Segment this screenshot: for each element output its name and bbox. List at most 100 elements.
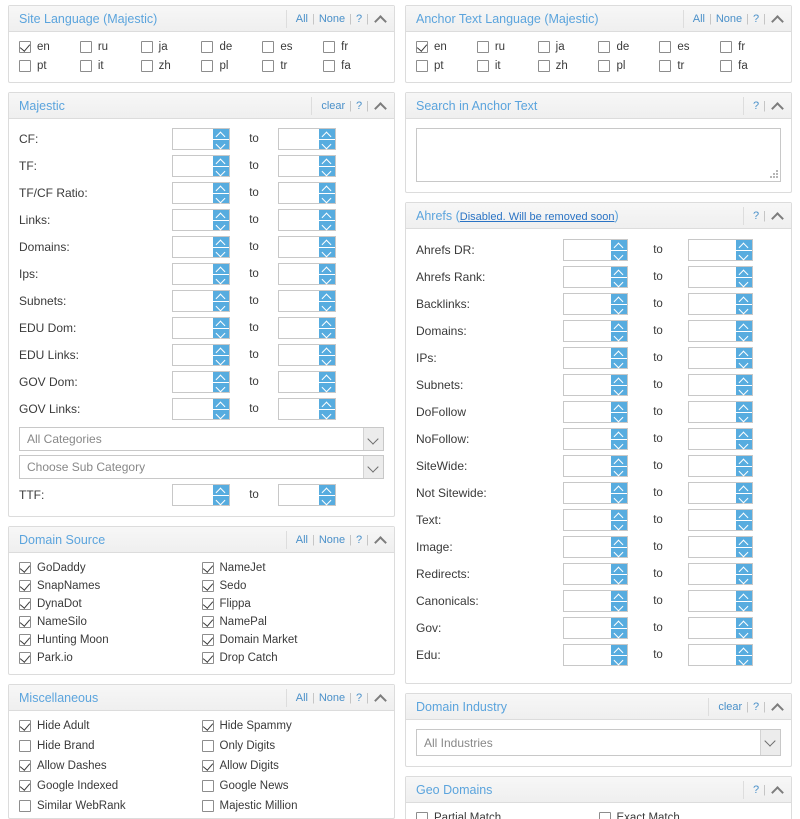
checkbox-checked-icon[interactable]	[19, 41, 31, 53]
spinner-down-icon[interactable]	[736, 547, 752, 557]
checkbox-checked-icon[interactable]	[19, 616, 31, 628]
metric-min-spinner[interactable]	[172, 182, 230, 204]
miscellaneous-checkbox[interactable]: Majestic Million	[201, 800, 385, 812]
metric-min-spinner[interactable]	[563, 455, 628, 477]
spinner-down-icon[interactable]	[736, 331, 752, 341]
spinner-up-icon[interactable]	[213, 183, 229, 194]
metric-max-spinner[interactable]	[688, 320, 753, 342]
spinner-down-icon[interactable]	[736, 250, 752, 260]
spinner-up-icon[interactable]	[736, 240, 752, 251]
spinner-up-icon[interactable]	[611, 537, 627, 548]
metric-max-spinner[interactable]	[688, 536, 753, 558]
metric-max-spinner[interactable]	[278, 290, 336, 312]
spinner-up-icon[interactable]	[319, 129, 335, 140]
checkbox-checked-icon[interactable]	[201, 562, 214, 574]
spinner-up-icon[interactable]	[736, 321, 752, 332]
checkbox-icon[interactable]	[476, 41, 489, 53]
metric-max-spinner[interactable]	[278, 182, 336, 204]
spinner-up-icon[interactable]	[736, 618, 752, 629]
checkbox-icon[interactable]	[140, 60, 153, 72]
checkbox-checked-icon[interactable]	[19, 598, 31, 610]
spinner-down-icon[interactable]	[611, 439, 627, 449]
metric-max-spinner[interactable]	[688, 644, 753, 666]
spinner-down-icon[interactable]	[319, 382, 335, 392]
metric-max-spinner[interactable]	[278, 155, 336, 177]
metric-min-spinner[interactable]	[172, 290, 230, 312]
spinner-down-icon[interactable]	[319, 355, 335, 365]
spinner-up-icon[interactable]	[611, 618, 627, 629]
checkbox-icon[interactable]	[720, 41, 733, 53]
spinner-up-icon[interactable]	[611, 456, 627, 467]
spinner-up-icon[interactable]	[213, 372, 229, 383]
metric-min-spinner[interactable]	[172, 236, 230, 258]
checkbox-icon[interactable]	[201, 800, 214, 812]
spinner-down-icon[interactable]	[736, 574, 752, 584]
metric-max-spinner[interactable]	[278, 317, 336, 339]
spinner-down-icon[interactable]	[213, 355, 229, 365]
metric-max-spinner[interactable]	[688, 455, 753, 477]
spinner-down-icon[interactable]	[213, 220, 229, 230]
spinner-up-icon[interactable]	[611, 591, 627, 602]
spinner-down-icon[interactable]	[611, 655, 627, 665]
spinner-up-icon[interactable]	[611, 483, 627, 494]
spinner-down-icon[interactable]	[213, 409, 229, 419]
spinner-down-icon[interactable]	[611, 547, 627, 557]
domain-source-checkbox[interactable]: NameSilo	[19, 616, 202, 628]
metric-min-spinner[interactable]	[172, 263, 230, 285]
spinner-up-icon[interactable]	[736, 375, 752, 386]
metric-min-spinner[interactable]	[563, 563, 628, 585]
spinner-up-icon[interactable]	[213, 399, 229, 410]
domain-source-checkbox[interactable]: NamePal	[201, 616, 385, 628]
select-all-link[interactable]: All	[296, 13, 308, 25]
checkbox-checked-icon[interactable]	[201, 652, 214, 664]
metric-min-spinner[interactable]	[563, 509, 628, 531]
checkbox-checked-icon[interactable]	[19, 760, 31, 772]
help-link[interactable]: ?	[753, 210, 759, 222]
checkbox-checked-icon[interactable]	[201, 580, 214, 592]
spinner-up-icon[interactable]	[736, 645, 752, 656]
spinner-down-icon[interactable]	[213, 328, 229, 338]
language-checkbox-it[interactable]: it	[79, 60, 141, 72]
checkbox-icon[interactable]	[659, 60, 672, 72]
select-none-link[interactable]: None	[319, 692, 345, 704]
spinner-down-icon[interactable]	[319, 274, 335, 284]
spinner-down-icon[interactable]	[736, 655, 752, 665]
ahrefs-disabled-link[interactable]: Disabled. Will be removed soon	[460, 211, 615, 223]
metric-min-spinner[interactable]	[563, 428, 628, 450]
spinner-down-icon[interactable]	[213, 301, 229, 311]
spinner-up-icon[interactable]	[611, 348, 627, 359]
spinner-up-icon[interactable]	[319, 372, 335, 383]
spinner-down-icon[interactable]	[736, 628, 752, 638]
spinner-down-icon[interactable]	[611, 385, 627, 395]
checkbox-icon[interactable]	[140, 41, 153, 53]
select-all-link[interactable]: All	[296, 534, 308, 546]
spinner-down-icon[interactable]	[736, 601, 752, 611]
checkbox-icon[interactable]	[201, 41, 214, 53]
anchor-language-checkbox-ja[interactable]: ja	[537, 41, 599, 53]
metric-min-spinner[interactable]	[172, 398, 230, 420]
metric-min-spinner[interactable]	[172, 155, 230, 177]
anchor-language-checkbox-pl[interactable]: pl	[598, 60, 659, 72]
spinner-up-icon[interactable]	[319, 399, 335, 410]
domain-source-checkbox[interactable]: NameJet	[201, 562, 385, 574]
anchor-language-checkbox-it[interactable]: it	[476, 60, 538, 72]
spinner-up-icon[interactable]	[611, 510, 627, 521]
domain-source-checkbox[interactable]: Hunting Moon	[19, 634, 202, 646]
spinner-up-icon[interactable]	[213, 345, 229, 356]
spinner-up-icon[interactable]	[736, 483, 752, 494]
metric-min-spinner[interactable]	[563, 617, 628, 639]
domain-source-checkbox[interactable]: Domain Market	[201, 634, 385, 646]
anchor-language-checkbox-ru[interactable]: ru	[476, 41, 538, 53]
checkbox-icon[interactable]	[79, 60, 92, 72]
metric-max-spinner[interactable]	[278, 484, 336, 506]
checkbox-checked-icon[interactable]	[19, 652, 31, 664]
select-none-link[interactable]: None	[319, 534, 345, 546]
spinner-down-icon[interactable]	[213, 247, 229, 257]
language-checkbox-pl[interactable]: pl	[201, 60, 262, 72]
checkbox-icon[interactable]	[79, 41, 92, 53]
language-checkbox-tr[interactable]: tr	[262, 60, 323, 72]
help-link[interactable]: ?	[753, 701, 759, 713]
spinner-down-icon[interactable]	[736, 466, 752, 476]
spinner-up-icon[interactable]	[213, 210, 229, 221]
spinner-up-icon[interactable]	[319, 291, 335, 302]
